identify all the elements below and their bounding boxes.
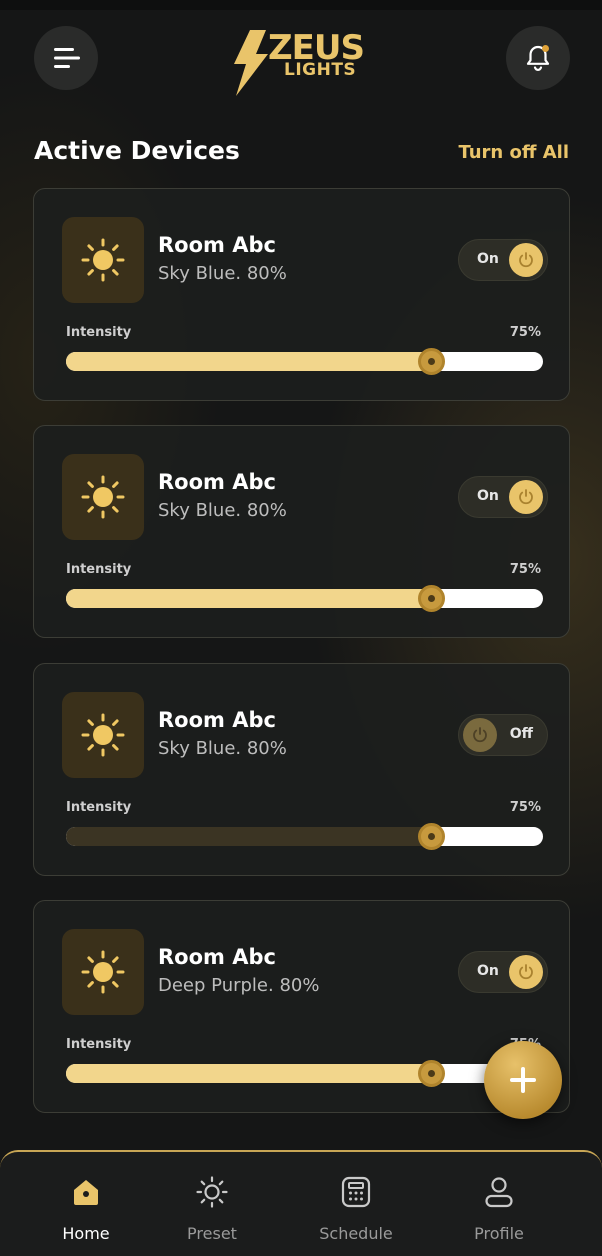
app-logo: ZEUS LIGHTS <box>228 28 378 98</box>
sun-icon <box>81 238 125 282</box>
nav-item-home[interactable]: Home <box>31 1174 141 1243</box>
device-subtitle: Deep Purple. 80% <box>158 975 320 996</box>
nav-label-home: Home <box>62 1224 110 1243</box>
power-icon <box>519 964 533 980</box>
toggle-label: On <box>477 251 499 267</box>
device-card[interactable]: Room Abc Sky Blue. 80% Off Intensity 75% <box>33 663 570 876</box>
device-icon-tile <box>62 217 144 303</box>
calendar-icon <box>341 1176 371 1208</box>
plus-icon <box>510 1067 536 1093</box>
menu-icon <box>54 48 80 68</box>
intensity-label: Intensity <box>66 562 132 577</box>
menu-button[interactable] <box>34 26 98 90</box>
toggle-knob <box>509 955 543 989</box>
intensity-label: Intensity <box>66 325 132 340</box>
intensity-label: Intensity <box>66 1037 132 1052</box>
slider-thumb[interactable] <box>418 348 445 375</box>
intensity-value: 75% <box>509 800 541 815</box>
toggle-label: On <box>477 963 499 979</box>
power-icon <box>473 727 487 743</box>
sun-icon <box>196 1176 228 1208</box>
intensity-value: 75% <box>509 325 541 340</box>
power-toggle[interactable]: Off <box>458 714 548 756</box>
notifications-button[interactable] <box>506 26 570 90</box>
slider-fill <box>66 827 431 846</box>
logo-subtitle: LIGHTS <box>284 60 357 80</box>
intensity-slider[interactable] <box>66 348 543 375</box>
toggle-knob <box>463 718 497 752</box>
intensity-value: 75% <box>509 562 541 577</box>
section-title: Active Devices <box>34 136 240 165</box>
nav-item-schedule[interactable]: Schedule <box>301 1174 411 1243</box>
home-icon <box>74 1180 98 1205</box>
device-card[interactable]: Room Abc Sky Blue. 80% On Intensity 75% <box>33 425 570 638</box>
nav-label-profile: Profile <box>474 1224 524 1243</box>
toggle-label: On <box>477 488 499 504</box>
device-name: Room Abc <box>158 470 276 494</box>
slider-fill <box>66 1064 431 1083</box>
sun-icon <box>81 713 125 757</box>
intensity-slider[interactable] <box>66 823 543 850</box>
device-card[interactable]: Room Abc Sky Blue. 80% On Intensity 75% <box>33 188 570 401</box>
slider-fill <box>66 589 431 608</box>
toggle-label: Off <box>509 726 533 742</box>
power-toggle[interactable]: On <box>458 239 548 281</box>
user-icon <box>485 1177 513 1208</box>
lightning-icon <box>234 30 268 96</box>
add-device-button[interactable] <box>484 1041 562 1119</box>
device-icon-tile <box>62 929 144 1015</box>
bell-icon <box>526 45 550 72</box>
nav-item-preset[interactable]: Preset <box>157 1174 267 1243</box>
device-subtitle: Sky Blue. 80% <box>158 263 287 284</box>
power-toggle[interactable]: On <box>458 476 548 518</box>
slider-fill <box>66 352 431 371</box>
device-subtitle: Sky Blue. 80% <box>158 500 287 521</box>
intensity-slider[interactable] <box>66 1060 543 1087</box>
status-strip <box>0 0 602 10</box>
slider-thumb[interactable] <box>418 823 445 850</box>
notification-dot <box>542 45 549 52</box>
sun-icon <box>81 950 125 994</box>
device-icon-tile <box>62 454 144 540</box>
intensity-label: Intensity <box>66 800 132 815</box>
power-icon <box>519 252 533 268</box>
sun-icon <box>81 475 125 519</box>
nav-label-schedule: Schedule <box>319 1224 393 1243</box>
toggle-knob <box>509 480 543 514</box>
nav-item-profile[interactable]: Profile <box>444 1174 554 1243</box>
turn-off-all-button[interactable]: Turn off All <box>458 142 569 163</box>
device-icon-tile <box>62 692 144 778</box>
power-toggle[interactable]: On <box>458 951 548 993</box>
app-screen: ZEUS LIGHTS Active Devices Turn off All … <box>0 0 602 1256</box>
intensity-slider[interactable] <box>66 585 543 612</box>
device-name: Room Abc <box>158 945 276 969</box>
nav-label-preset: Preset <box>187 1224 237 1243</box>
device-name: Room Abc <box>158 708 276 732</box>
power-icon <box>519 489 533 505</box>
slider-thumb[interactable] <box>418 585 445 612</box>
device-subtitle: Sky Blue. 80% <box>158 738 287 759</box>
slider-thumb[interactable] <box>418 1060 445 1087</box>
bottom-navigation: Home Preset Schedule Profile <box>0 1150 602 1256</box>
toggle-knob <box>509 243 543 277</box>
device-name: Room Abc <box>158 233 276 257</box>
